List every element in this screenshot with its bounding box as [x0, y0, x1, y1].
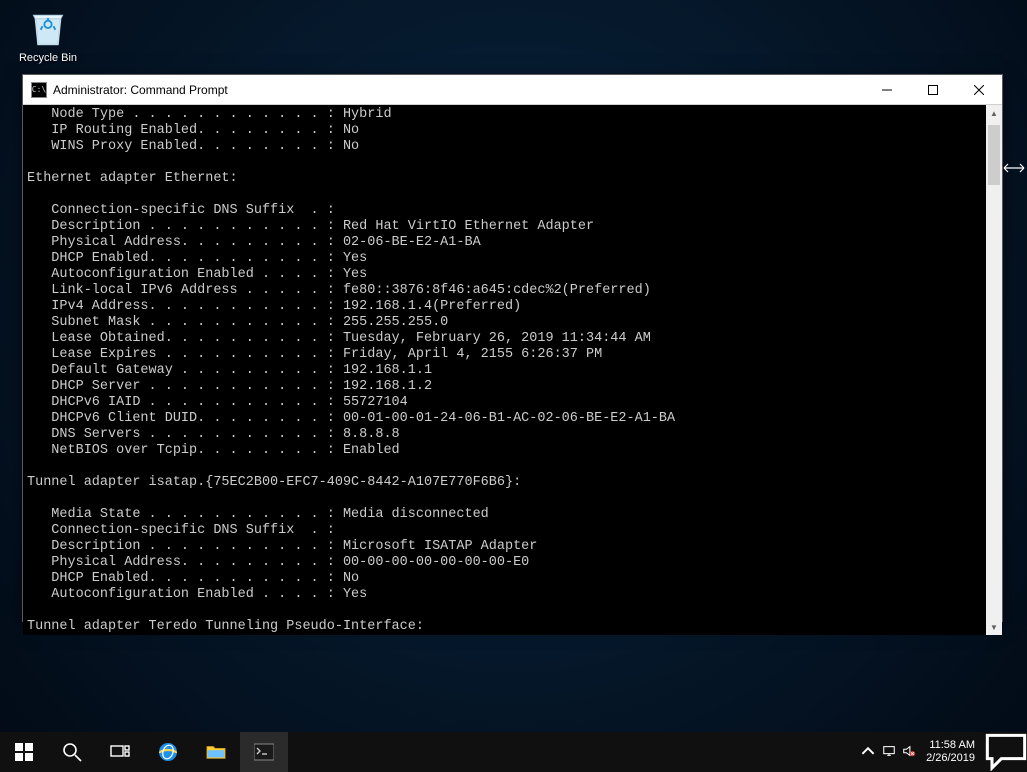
- taskbar-spacer: [288, 732, 854, 772]
- taskbar-internet-explorer[interactable]: [144, 732, 192, 772]
- start-button[interactable]: [0, 732, 48, 772]
- tray-date-text: 2/26/2019: [926, 752, 975, 765]
- internet-explorer-icon: [156, 740, 180, 764]
- tray-time-text: 11:58 AM: [926, 739, 975, 752]
- task-view-icon: [110, 742, 130, 762]
- system-tray: 11:58 AM 2/26/2019: [854, 732, 985, 772]
- search-icon: [62, 742, 82, 762]
- windows-start-icon: [14, 742, 34, 762]
- network-icon: [882, 744, 896, 758]
- maximize-button[interactable]: [910, 75, 956, 104]
- tray-volume-button[interactable]: [902, 744, 916, 761]
- scrollbar-track[interactable]: [986, 121, 1002, 619]
- command-prompt-window: C:\ Administrator: Command Prompt Node T…: [22, 74, 1003, 622]
- recycle-bin-desktop-icon[interactable]: Recycle Bin: [14, 6, 82, 64]
- action-center-icon: [985, 733, 1027, 770]
- search-button[interactable]: [48, 732, 96, 772]
- vertical-scrollbar[interactable]: ▲ ▼: [986, 105, 1002, 635]
- scroll-up-arrow-icon[interactable]: ▲: [986, 105, 1002, 121]
- window-title: Administrator: Command Prompt: [53, 83, 228, 97]
- task-view-button[interactable]: [96, 732, 144, 772]
- volume-muted-icon: [902, 744, 916, 758]
- recycle-bin-icon: [26, 6, 70, 50]
- scrollbar-thumb[interactable]: [988, 125, 1000, 185]
- command-prompt-icon: [254, 742, 274, 762]
- tray-network-button[interactable]: [882, 744, 896, 761]
- cmd-app-icon: C:\: [31, 82, 47, 98]
- file-explorer-icon: [206, 742, 226, 762]
- close-button[interactable]: [956, 75, 1002, 104]
- taskbar: 11:58 AM 2/26/2019: [0, 732, 1027, 772]
- scroll-down-arrow-icon[interactable]: ▼: [986, 619, 1002, 635]
- tray-overflow-button[interactable]: [860, 744, 876, 761]
- minimize-button[interactable]: [864, 75, 910, 104]
- terminal-output[interactable]: Node Type . . . . . . . . . . . . : Hybr…: [23, 105, 986, 635]
- window-titlebar[interactable]: C:\ Administrator: Command Prompt: [23, 75, 1002, 105]
- minimize-icon: [882, 85, 892, 95]
- taskbar-command-prompt[interactable]: [240, 732, 288, 772]
- tray-clock[interactable]: 11:58 AM 2/26/2019: [922, 739, 979, 765]
- action-center-button[interactable]: [985, 732, 1027, 772]
- taskbar-file-explorer[interactable]: [192, 732, 240, 772]
- chevron-up-icon: [861, 744, 875, 758]
- close-icon: [974, 85, 984, 95]
- recycle-bin-label: Recycle Bin: [19, 52, 77, 64]
- resize-horizontal-cursor-icon: [1003, 160, 1025, 170]
- maximize-icon: [928, 85, 938, 95]
